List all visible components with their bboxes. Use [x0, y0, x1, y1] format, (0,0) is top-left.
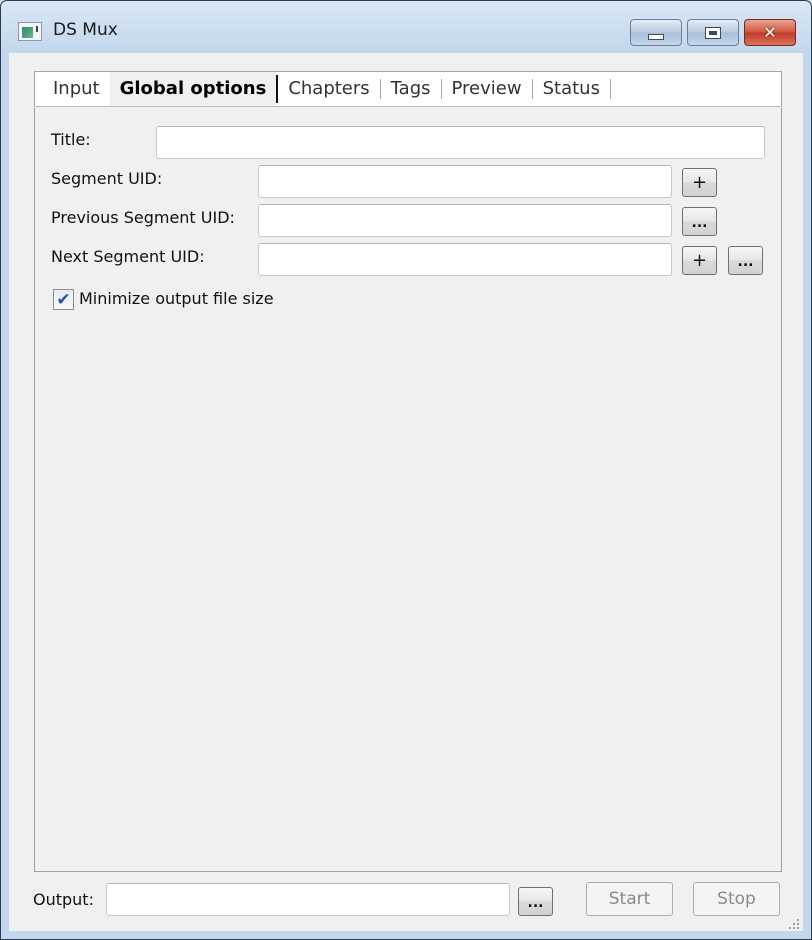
minimize-icon	[648, 33, 664, 40]
tab-chapters[interactable]: Chapters	[278, 72, 379, 106]
next-segment-uid-add-button[interactable]: +	[682, 246, 717, 275]
app-window: DS Mux ✕ Input Global options Chapters T…	[0, 0, 812, 940]
resize-grip-icon[interactable]	[787, 917, 799, 929]
tab-preview[interactable]: Preview	[442, 72, 532, 106]
previous-segment-uid-browse-button[interactable]: ...	[682, 207, 717, 236]
title-label: Title:	[51, 130, 91, 149]
minimize-output-checkbox[interactable]: ✔	[53, 289, 74, 310]
app-window-icon[interactable]	[18, 22, 42, 41]
segment-uid-add-button[interactable]: +	[682, 168, 717, 197]
tab-separator	[609, 79, 611, 99]
client-area: Input Global options Chapters Tags Previ…	[9, 53, 803, 931]
title-bar[interactable]: DS Mux ✕	[1, 1, 811, 53]
tab-bar: Input Global options Chapters Tags Previ…	[34, 71, 782, 107]
previous-segment-uid-input[interactable]	[258, 204, 672, 237]
next-segment-uid-browse-button[interactable]: ...	[728, 246, 763, 275]
close-button[interactable]: ✕	[744, 19, 796, 46]
previous-segment-uid-label: Previous Segment UID:	[51, 208, 235, 227]
output-label: Output:	[33, 890, 94, 909]
output-browse-button[interactable]: ...	[518, 887, 553, 916]
maximize-button[interactable]	[687, 19, 739, 46]
window-title: DS Mux	[53, 20, 118, 40]
start-button[interactable]: Start	[586, 882, 673, 916]
tab-global-options[interactable]: Global options	[109, 72, 277, 106]
maximize-icon	[705, 26, 721, 39]
next-segment-uid-input[interactable]	[258, 243, 672, 276]
minimize-button[interactable]	[630, 19, 682, 46]
app-icon-screen	[22, 27, 33, 38]
close-icon: ✕	[763, 23, 777, 42]
stop-button[interactable]: Stop	[693, 882, 780, 916]
minimize-output-label[interactable]: Minimize output file size	[79, 289, 274, 308]
checkmark-icon: ✔	[56, 289, 71, 310]
segment-uid-label: Segment UID:	[51, 169, 163, 188]
next-segment-uid-label: Next Segment UID:	[51, 247, 205, 266]
app-icon-bar	[36, 26, 38, 32]
global-options-panel: Title: Segment UID: + Previous Segment U…	[34, 108, 782, 872]
segment-uid-input[interactable]	[258, 165, 672, 198]
output-input[interactable]	[106, 883, 510, 916]
title-input[interactable]	[156, 126, 765, 159]
tab-input[interactable]: Input	[43, 72, 110, 106]
tab-tags[interactable]: Tags	[381, 72, 441, 106]
tab-status[interactable]: Status	[533, 72, 610, 106]
